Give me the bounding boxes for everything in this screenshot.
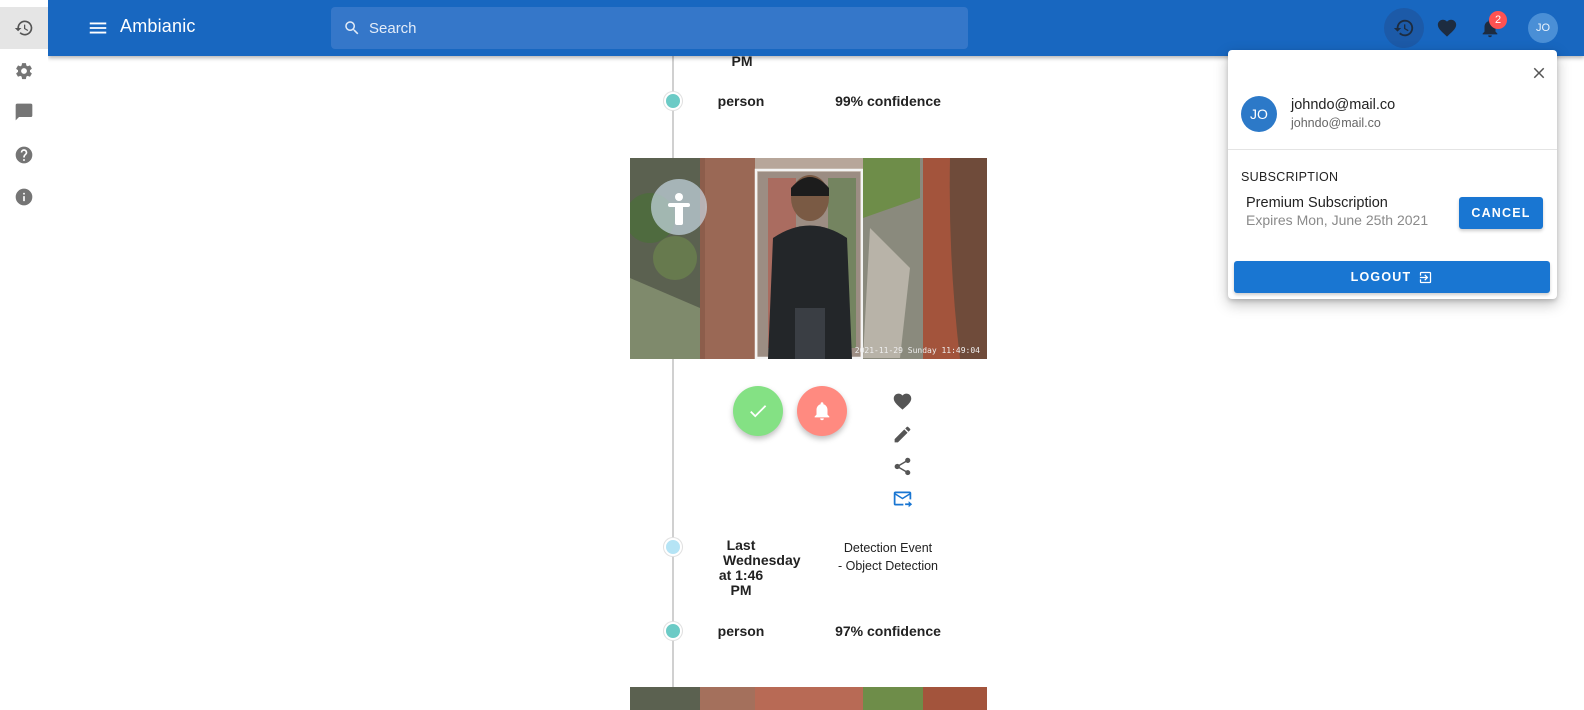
search-icon: [345, 21, 359, 35]
event-type: Detection Event: [843, 541, 933, 555]
approve-button[interactable]: [733, 386, 783, 436]
favorites-button[interactable]: [1427, 8, 1467, 48]
heart-icon: [893, 393, 911, 410]
subscription-name: Premium Subscription: [1246, 195, 1388, 211]
feedback-icon: [15, 103, 33, 121]
history-icon: [14, 20, 33, 36]
subscription-heading: SUBSCRIPTION: [1241, 170, 1339, 184]
email-forward-icon: [893, 491, 912, 507]
menu-icon: [89, 22, 107, 34]
cancel-subscription-button[interactable]: CANCEL: [1459, 197, 1543, 229]
search-box[interactable]: [331, 7, 968, 49]
info-icon: [15, 188, 33, 206]
detection-photo-image: [630, 687, 987, 710]
logout-label: LOGOUT: [1350, 270, 1412, 284]
nav-timeline-button[interactable]: [0, 7, 48, 49]
search-input[interactable]: [367, 18, 951, 38]
divider: [1228, 149, 1557, 150]
user-email: johndo@mail.co: [1291, 116, 1381, 130]
settings-icon: [16, 63, 32, 80]
history-icon: [1393, 19, 1414, 37]
event-subtype: - Object Detection: [837, 559, 939, 573]
close-button[interactable]: [1528, 62, 1550, 84]
notifications-button[interactable]: 2: [1470, 8, 1510, 48]
notification-count-badge: 2: [1489, 11, 1507, 29]
nav-help-button[interactable]: [0, 134, 48, 176]
app-title: Ambianic: [120, 16, 196, 36]
nav-settings-button[interactable]: [0, 50, 48, 92]
event-time-line: PM: [730, 582, 752, 598]
detection-photo[interactable]: [630, 687, 987, 710]
alert-button[interactable]: [797, 386, 847, 436]
subscription-expiry: Expires Mon, June 25th 2021: [1246, 212, 1429, 228]
account-menu: JO johndo@mail.co johndo@mail.co SUBSCRI…: [1228, 50, 1557, 299]
event-time-line: at 1:46: [718, 567, 764, 583]
nav-about-button[interactable]: [0, 176, 48, 218]
detection-photo-image: 2021-11-29 Sunday 11:49:04: [630, 158, 987, 359]
close-icon: [1533, 67, 1545, 79]
bell-icon: [814, 402, 830, 421]
check-icon: [750, 405, 767, 418]
logout-button[interactable]: LOGOUT: [1234, 261, 1550, 293]
account-avatar-button[interactable]: JO: [1528, 13, 1558, 43]
heart-icon: [1437, 19, 1457, 37]
event-time-line: Last: [726, 537, 756, 553]
edit-button[interactable]: [890, 422, 914, 446]
event-time: Last Wednesday at 1:46 PM: [700, 537, 801, 598]
logout-icon: [1420, 271, 1432, 283]
detection-confidence: 99% confidence: [835, 93, 941, 109]
detection-label: person: [717, 623, 765, 639]
detection-confidence: 97% confidence: [835, 623, 941, 639]
email-forward-button[interactable]: [890, 486, 914, 510]
nav-feedback-button[interactable]: [0, 91, 48, 133]
nav-rail: [0, 0, 48, 710]
detection-photo[interactable]: 2021-11-29 Sunday 11:49:04: [630, 158, 987, 359]
detection-label: person: [717, 93, 765, 109]
favorite-button[interactable]: [890, 389, 914, 413]
photo-timestamp: 2021-11-29 Sunday 11:49:04: [855, 346, 980, 355]
pencil-icon: [894, 426, 910, 442]
timeline-dot: [664, 538, 682, 556]
avatar: JO: [1241, 96, 1277, 132]
user-name: johndo@mail.co: [1291, 97, 1396, 113]
help-icon: [15, 146, 33, 164]
timeline-line: [672, 56, 674, 710]
timeline-dot: [664, 92, 682, 110]
app-bar: Ambianic 2 JO: [48, 0, 1584, 56]
timeline-dot: [664, 622, 682, 640]
menu-button[interactable]: [86, 16, 110, 40]
event-time-line: Wednesday: [723, 552, 801, 568]
timeline-button[interactable]: [1384, 8, 1424, 48]
share-button[interactable]: [890, 454, 914, 478]
share-icon: [894, 457, 910, 475]
